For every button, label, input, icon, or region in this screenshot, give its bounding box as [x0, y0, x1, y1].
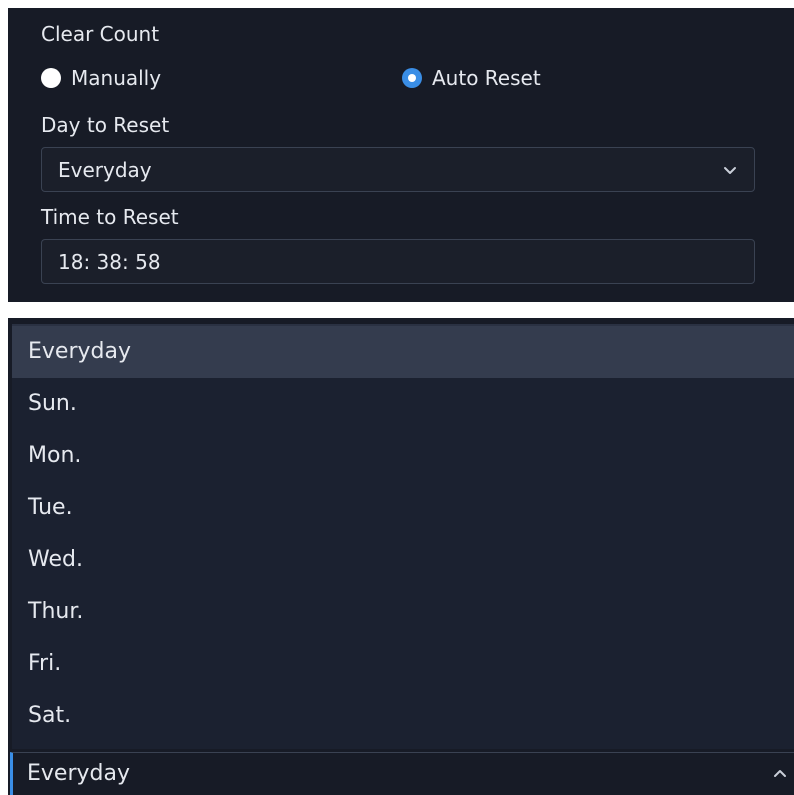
dropdown-option-everyday[interactable]: Everyday — [12, 326, 794, 378]
reset-settings-panel: Clear Count Manually Auto Reset Day to R… — [8, 8, 794, 302]
radio-auto-reset[interactable]: Auto Reset — [402, 64, 541, 92]
chevron-up-icon — [774, 770, 786, 777]
day-dropdown-list: Everyday Sun. Mon. Tue. Wed. Thur. Fri. … — [12, 324, 794, 749]
radio-unselected-icon[interactable] — [41, 68, 61, 88]
day-dropdown-current-value: Everyday — [27, 761, 130, 786]
time-to-reset-input[interactable]: 18: 38: 58 — [41, 239, 755, 284]
time-to-reset-label: Time to Reset — [41, 205, 179, 229]
dropdown-option-sun[interactable]: Sun. — [12, 378, 794, 430]
dropdown-option-sat[interactable]: Sat. — [12, 690, 794, 742]
dropdown-option-mon[interactable]: Mon. — [12, 430, 794, 482]
day-to-reset-value: Everyday — [58, 157, 152, 182]
clear-count-label: Clear Count — [41, 22, 160, 46]
day-dropdown-panel: Everyday Sun. Mon. Tue. Wed. Thur. Fri. … — [8, 318, 794, 795]
radio-manually[interactable]: Manually — [41, 64, 161, 92]
chevron-down-icon — [724, 166, 736, 174]
time-to-reset-value: 18: 38: 58 — [58, 249, 161, 274]
dropdown-option-fri[interactable]: Fri. — [12, 638, 794, 690]
dropdown-option-tue[interactable]: Tue. — [12, 482, 794, 534]
day-to-reset-select[interactable]: Everyday — [41, 147, 755, 192]
dropdown-option-thur[interactable]: Thur. — [12, 586, 794, 638]
day-dropdown-trigger[interactable]: Everyday — [10, 752, 794, 795]
radio-selected-icon[interactable] — [402, 68, 422, 88]
panel-separator — [0, 302, 794, 318]
day-to-reset-label: Day to Reset — [41, 113, 170, 137]
dropdown-option-wed[interactable]: Wed. — [12, 534, 794, 586]
radio-auto-reset-label: Auto Reset — [432, 66, 541, 90]
radio-manually-label: Manually — [71, 66, 162, 90]
